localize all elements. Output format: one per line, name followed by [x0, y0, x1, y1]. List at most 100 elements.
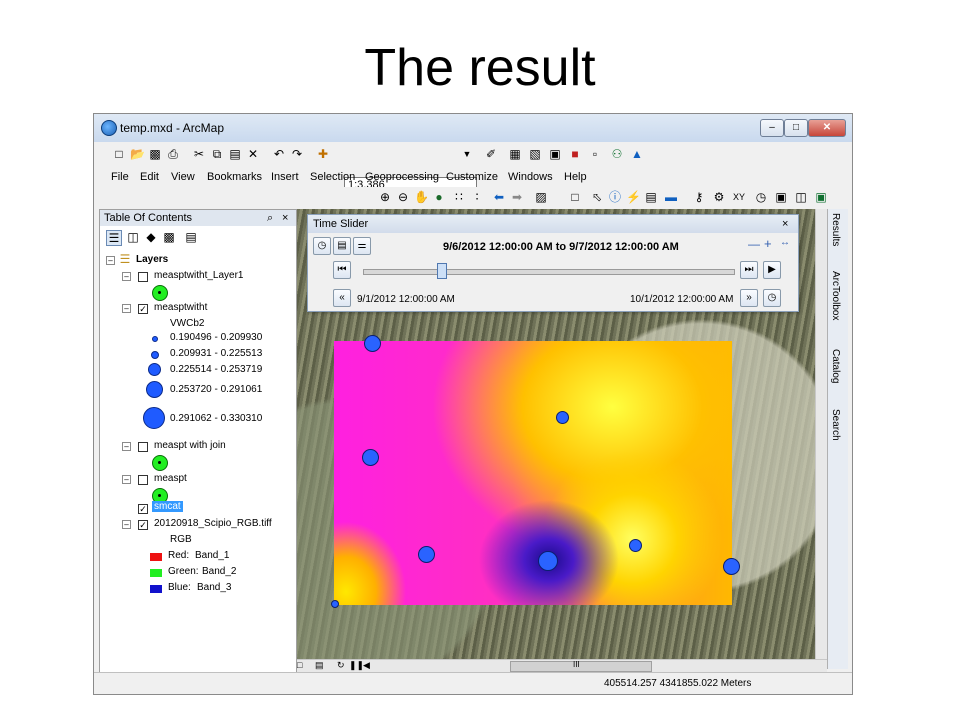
forward-extent-icon[interactable]: ➡ — [510, 190, 524, 204]
zoom-full-time-icon[interactable]: ↔ — [780, 237, 790, 248]
fast-forward-icon[interactable]: » — [740, 289, 758, 307]
close-icon[interactable]: × — [282, 210, 288, 226]
find-icon[interactable]: ⚷ — [692, 190, 706, 204]
back-extent-icon[interactable]: ⬅ — [492, 190, 506, 204]
play-icon[interactable]: ▶ — [763, 261, 781, 279]
redo-icon[interactable]: ↷ — [290, 147, 304, 161]
menu-bookmarks[interactable]: Bookmarks — [207, 171, 262, 183]
layer5-label[interactable]: smcat — [152, 501, 183, 512]
expand-layer4-toggle[interactable]: – — [122, 475, 131, 484]
layer6-checkbox[interactable]: ✓ — [138, 520, 148, 530]
pause-icon[interactable]: ❚❚ — [349, 660, 364, 671]
layer2-label[interactable]: measptwitht — [154, 302, 207, 313]
editor-icon[interactable]: ✐ — [484, 147, 498, 161]
list-by-source-icon[interactable]: ◫ — [126, 230, 140, 244]
dock-tab-arctoolbox[interactable]: ArcToolbox — [830, 271, 841, 320]
rewind-icon[interactable]: « — [333, 289, 351, 307]
expand-layers-toggle[interactable]: – — [106, 256, 115, 265]
fixed-zoom-in-icon[interactable]: ∷ — [452, 190, 466, 204]
menu-file[interactable]: File — [111, 171, 129, 183]
fixed-zoom-out-icon[interactable]: ∶ — [470, 190, 484, 204]
time-slider-thumb[interactable] — [437, 263, 448, 279]
menu-help[interactable]: Help — [564, 171, 587, 183]
python-icon[interactable]: ▫ — [588, 147, 602, 161]
select-elements-icon[interactable]: ⬁ — [590, 190, 604, 204]
save-icon[interactable]: ▩ — [148, 147, 162, 161]
close-button[interactable]: ✕ — [808, 119, 846, 137]
zoom-in-icon[interactable]: ⊕ — [378, 190, 392, 204]
scroll-left-icon[interactable]: ◀ — [363, 660, 370, 671]
layer3-checkbox[interactable] — [138, 442, 148, 452]
clear-selection-icon[interactable]: □ — [568, 190, 582, 204]
menu-insert[interactable]: Insert — [271, 171, 299, 183]
open-icon[interactable]: 📂 — [130, 147, 145, 161]
chevron-down-icon[interactable]: ▼ — [460, 147, 474, 161]
horizontal-scrollbar[interactable]: □ ▤ ↻ ❚❚ ◀ III — [297, 659, 827, 672]
layer2-checkbox[interactable]: ✓ — [138, 304, 148, 314]
arcscene-icon[interactable]: ▲ — [630, 147, 644, 161]
layer-effects-icon[interactable]: ▣ — [814, 190, 828, 204]
dock-tab-catalog[interactable]: Catalog — [830, 349, 841, 383]
options-icon[interactable]: ▤ — [184, 230, 198, 244]
new-doc-icon[interactable]: □ — [112, 147, 126, 161]
create-viewer-icon[interactable]: ▣ — [774, 190, 788, 204]
toolbox-icon[interactable]: ■ — [568, 147, 582, 161]
menu-selection[interactable]: Selection — [310, 171, 355, 183]
menu-windows[interactable]: Windows — [508, 171, 553, 183]
layout-view-icon[interactable]: □ — [297, 660, 302, 670]
select-features-icon[interactable]: ▨ — [534, 190, 548, 204]
goto-xy-icon[interactable]: XY — [732, 190, 746, 204]
open-time-slider-icon[interactable]: ◷ — [754, 190, 768, 204]
refresh-icon[interactable]: ↻ — [337, 660, 345, 671]
undo-icon[interactable]: ↶ — [272, 147, 286, 161]
full-extent-icon[interactable]: ● — [432, 190, 446, 204]
layer3-label[interactable]: measpt with join — [154, 440, 226, 451]
model-builder-icon[interactable]: ⚇ — [610, 147, 624, 161]
time-slider-options-icon[interactable]: ◷ — [313, 237, 331, 255]
search-window-icon[interactable]: ▣ — [548, 147, 562, 161]
menu-customize[interactable]: Customize — [446, 171, 498, 183]
layers-root[interactable]: Layers — [136, 254, 168, 265]
list-by-visibility-icon[interactable]: ◆ — [144, 230, 158, 244]
scroll-thumb[interactable]: III — [510, 660, 652, 672]
close-icon[interactable]: × — [782, 215, 788, 233]
list-by-selection-icon[interactable]: ▩ — [162, 230, 176, 244]
layer5-checkbox[interactable]: ✓ — [138, 504, 148, 514]
expand-layer3-toggle[interactable]: – — [122, 442, 131, 451]
dock-tab-search[interactable]: Search — [830, 409, 841, 441]
menu-geoprocessing[interactable]: Geoprocessing — [365, 171, 439, 183]
zoom-out-icon[interactable]: ⊖ — [396, 190, 410, 204]
menu-view[interactable]: View — [171, 171, 195, 183]
time-extent-icon[interactable]: ⚌ — [353, 237, 371, 255]
zoom-out-time-icon[interactable]: — — [748, 237, 760, 251]
cut-icon[interactable]: ✂ — [192, 147, 206, 161]
swipe-icon[interactable]: ◫ — [794, 190, 808, 204]
toc-window-icon[interactable]: ▦ — [508, 147, 522, 161]
next-step-icon[interactable]: ⏭ — [740, 261, 758, 279]
layer4-checkbox[interactable] — [138, 475, 148, 485]
zoom-in-time-icon[interactable]: + — [764, 236, 772, 251]
measure-icon[interactable]: ▬ — [664, 190, 678, 204]
minimize-button[interactable]: – — [760, 119, 784, 137]
dock-tab-results[interactable]: Results — [830, 213, 841, 246]
find-route-icon[interactable]: ⚙ — [712, 190, 726, 204]
layer1-label[interactable]: measptwitht_Layer1 — [154, 270, 244, 281]
layer6-label[interactable]: 20120918_Scipio_RGB.tiff — [154, 518, 272, 529]
pin-icon[interactable]: ⌕ — [267, 210, 273, 226]
hyperlink-icon[interactable]: ⚡ — [626, 190, 641, 204]
identify-icon[interactable]: ⓘ — [608, 190, 622, 204]
delete-icon[interactable]: ✕ — [246, 147, 260, 161]
paste-icon[interactable]: ▤ — [228, 147, 242, 161]
html-popup-icon[interactable]: ▤ — [644, 190, 658, 204]
copy-icon[interactable]: ⧉ — [210, 147, 224, 161]
data-view-icon[interactable]: ▤ — [315, 660, 324, 671]
maximize-button[interactable]: □ — [784, 119, 808, 137]
menu-edit[interactable]: Edit — [140, 171, 159, 183]
catalog-icon[interactable]: ▧ — [528, 147, 542, 161]
expand-layer1-toggle[interactable]: – — [122, 272, 131, 281]
expand-layer2-toggle[interactable]: – — [122, 304, 131, 313]
layer4-label[interactable]: measpt — [154, 473, 187, 484]
time-slider-track[interactable] — [363, 269, 735, 275]
list-by-drawing-order-icon[interactable]: ☰ — [106, 230, 122, 246]
print-icon[interactable]: ⎙ — [166, 147, 180, 161]
